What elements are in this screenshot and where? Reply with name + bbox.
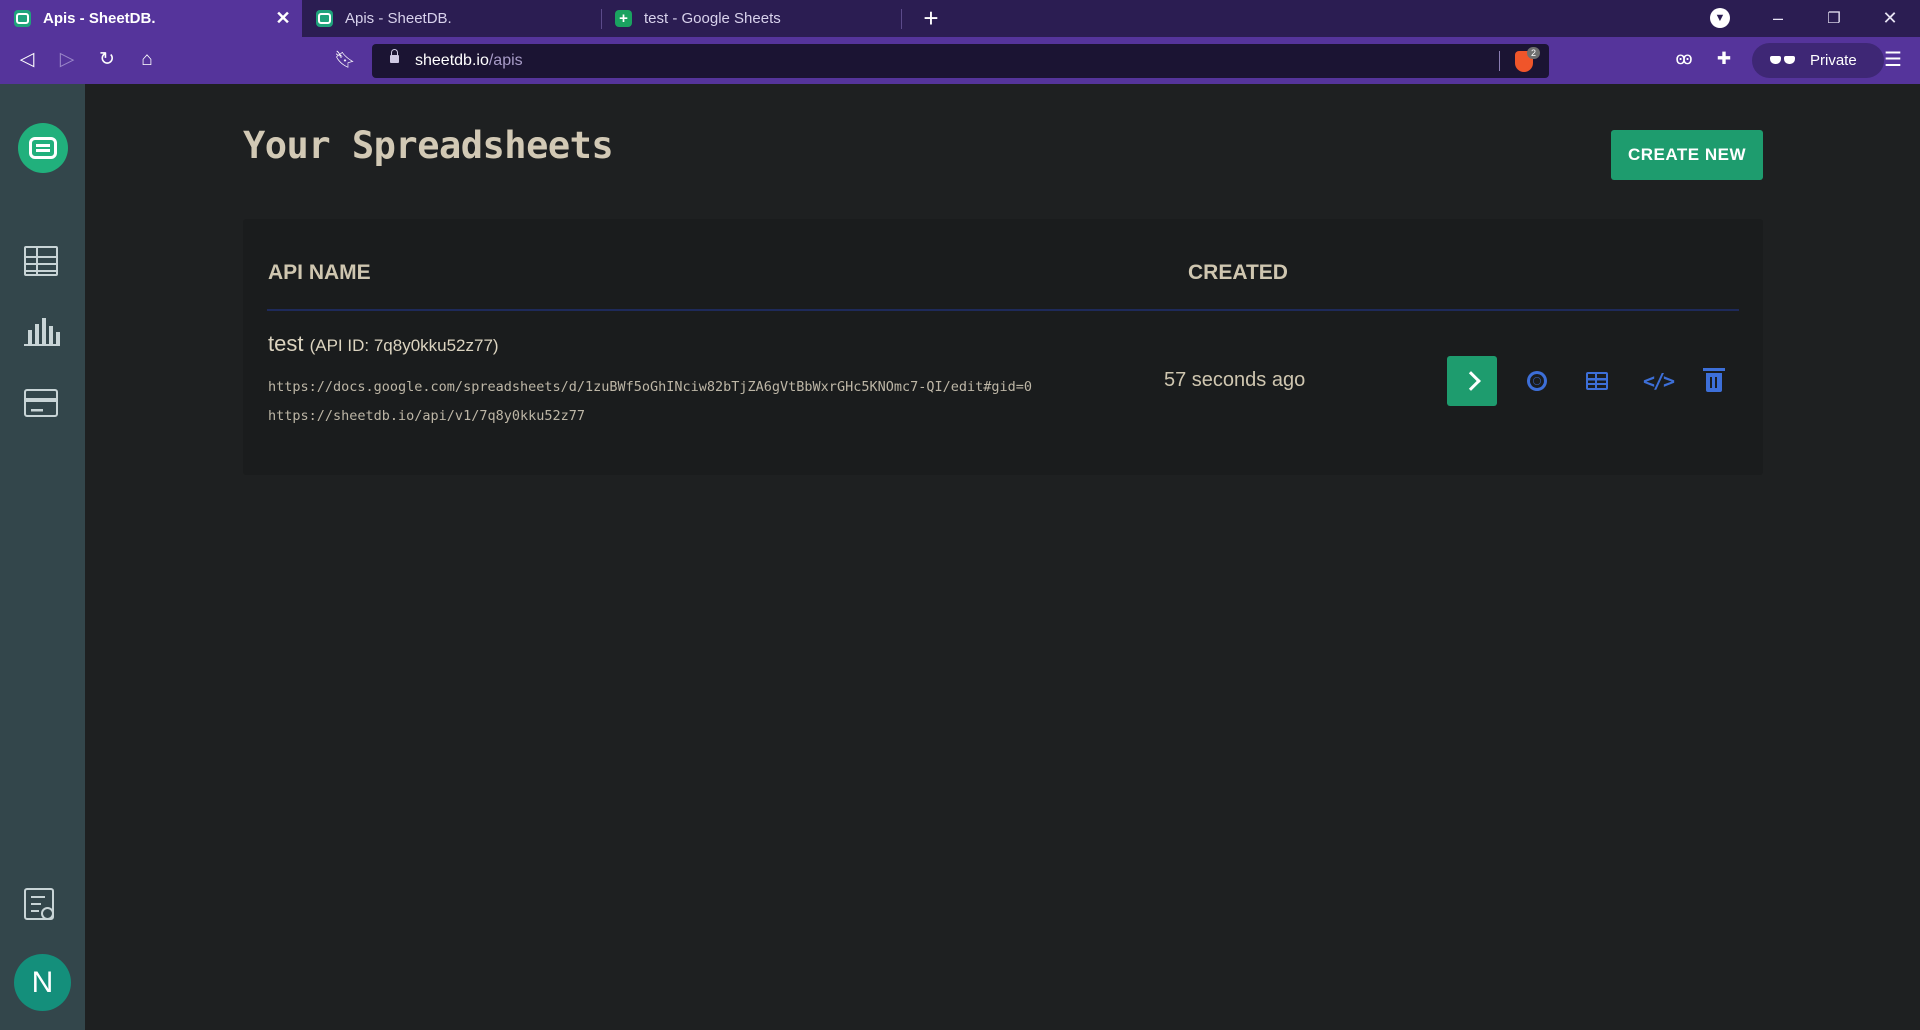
tab-google-sheets[interactable]: test - Google Sheets [601,0,899,37]
url-text[interactable]: sheetdb.io/apis [415,52,523,70]
hamburger-menu-icon[interactable]: ☰ [1882,47,1904,73]
address-bar[interactable]: sheetdb.io/apis 2 [372,44,1549,78]
browser-toolbar: ◁ ▷ ↻ ⌂ 🔖︎ sheetdb.io/apis 2 ꙭ ✚ Private… [0,37,1920,84]
new-tab-button[interactable]: + [916,4,946,34]
browser-tab-strip: Apis - SheetDB. ✕ Apis - SheetDB. test -… [0,0,1920,37]
table-view-icon[interactable] [1586,372,1608,390]
spreadsheets-table: API NAME CREATED test (API ID: 7q8y0kku5… [243,219,1763,475]
api-url[interactable]: https://sheetdb.io/api/v1/7q8y0kku52z77 [268,408,585,424]
tab-title: Apis - SheetDB. [345,10,452,27]
trash-icon[interactable] [1703,368,1725,392]
close-tab-icon[interactable]: ✕ [272,7,294,29]
reload-icon[interactable]: ↻ [92,45,122,75]
settings-gear-icon[interactable] [1527,371,1547,391]
tab-apis-sheetdb[interactable]: Apis - SheetDB. [302,0,600,37]
api-name: test (API ID: 7q8y0kku52z77) [268,331,499,357]
minimize-button[interactable]: – [1750,0,1806,37]
close-window-button[interactable]: ✕ [1862,0,1918,37]
url-host: sheetdb.io [415,52,489,69]
open-api-button[interactable] [1447,356,1497,406]
back-icon[interactable]: ◁ [12,45,42,75]
private-window-badge[interactable]: Private [1752,43,1884,78]
url-divider [1499,51,1500,71]
shields-count-badge: 2 [1527,47,1541,59]
avatar[interactable]: N [14,954,71,1011]
google-sheets-icon [615,10,632,27]
restore-button[interactable]: ❐ [1806,0,1862,37]
forward-icon[interactable]: ▷ [52,45,82,75]
created-time: 57 seconds ago [1164,369,1306,391]
code-icon[interactable]: </> [1641,368,1675,394]
tab-apis-sheetdb-active[interactable]: Apis - SheetDB. ✕ [0,0,302,37]
document-search-icon[interactable] [24,888,54,920]
app-sidebar: N [0,84,85,1030]
private-glasses-icon [1770,55,1796,66]
tab-title: Apis - SheetDB. [43,10,156,27]
sheetdb-icon [14,10,31,27]
bar-chart-icon[interactable] [24,316,60,346]
sheetdb-icon [316,10,333,27]
home-icon[interactable]: ⌂ [132,45,162,75]
header-divider [267,309,1739,311]
puzzle-extensions-icon[interactable]: ✚ [1713,48,1735,70]
private-label: Private [1810,52,1857,69]
credit-card-icon[interactable] [24,389,58,417]
sheetdb-logo-icon[interactable] [18,123,68,173]
tab-title: test - Google Sheets [644,10,781,27]
column-header-api-name: API NAME [268,261,371,284]
api-name-text: test [268,331,304,356]
spreadsheet-url[interactable]: https://docs.google.com/spreadsheets/d/1… [268,379,1032,395]
column-header-created: CREATED [1188,261,1288,284]
lock-icon [390,49,399,63]
tab-divider [901,9,902,29]
table-icon[interactable] [24,246,58,276]
page-title: Your Spreadsheets [243,124,614,167]
api-id-label: (API ID: 7q8y0kku52z77) [309,336,499,355]
download-icon[interactable]: ▼ [1710,8,1730,28]
bookmark-icon[interactable]: 🔖︎ [330,45,360,75]
extension-icon[interactable]: ꙭ [1673,48,1695,70]
url-path: /apis [488,52,523,69]
create-new-button[interactable]: CREATE NEW [1611,130,1763,180]
